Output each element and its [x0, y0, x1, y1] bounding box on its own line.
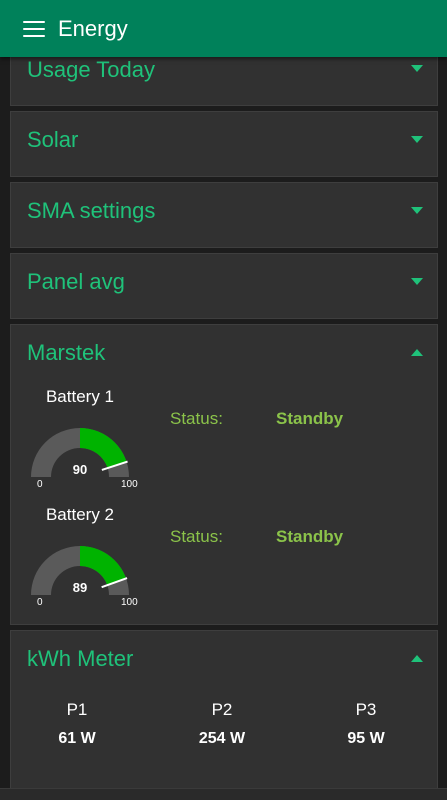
phase-1-name: P1 [66, 700, 88, 719]
phase-2-value: 254 W [198, 730, 246, 747]
section-kwh-meter-title: kWh Meter [27, 646, 134, 671]
phase-3-value: 95 W [347, 730, 385, 747]
gauge-min-label: 0 [37, 597, 43, 608]
battery-2-gauge: 89 0 100 [25, 541, 138, 611]
gauge-min-label: 0 [37, 479, 43, 490]
battery-2-value: 89 [72, 580, 88, 595]
battery-1-status-label: Status: [170, 409, 223, 428]
battery-2-status: Standby [276, 527, 344, 546]
chevron-down-icon[interactable] [411, 136, 423, 143]
chevron-up-icon[interactable] [411, 655, 423, 662]
section-kwh-meter: kWh Meter P1 61 W P2 254 W P3 95 W [10, 630, 438, 800]
section-marstek-title: Marstek [27, 340, 106, 365]
battery-1-status: Standby [276, 409, 344, 428]
battery-1-name: Battery 1 [45, 387, 115, 406]
chevron-down-icon[interactable] [411, 278, 423, 285]
bottom-bar [0, 788, 447, 800]
battery-1-value: 90 [72, 462, 88, 477]
section-kwh-meter-header[interactable]: kWh Meter [11, 631, 437, 695]
phase-2-name: P2 [211, 700, 233, 719]
app-bar: Energy [0, 0, 447, 57]
scroll-content[interactable]: Usage Today Solar SMA settings Panel avg… [0, 0, 447, 800]
battery-1-gauge: 90 0 100 [25, 423, 138, 493]
page-title: Energy [58, 15, 128, 41]
battery-2-status-label: Status: [170, 527, 223, 546]
section-usage-today-title: Usage Today [27, 57, 156, 82]
phase-1-value: 61 W [58, 730, 96, 747]
chevron-down-icon[interactable] [411, 65, 423, 72]
section-sma-settings-header[interactable]: SMA settings [11, 183, 437, 247]
section-solar-title: Solar [27, 127, 79, 152]
hamburger-menu-icon[interactable] [23, 20, 45, 37]
section-panel-avg[interactable]: Panel avg [10, 253, 438, 319]
section-solar-header[interactable]: Solar [11, 112, 437, 176]
chevron-down-icon[interactable] [411, 207, 423, 214]
section-panel-avg-header[interactable]: Panel avg [11, 254, 437, 318]
section-sma-settings-title: SMA settings [27, 198, 156, 223]
battery-2-name: Battery 2 [45, 505, 115, 524]
section-solar[interactable]: Solar [10, 111, 438, 177]
chevron-up-icon[interactable] [411, 349, 423, 356]
gauge-max-label: 100 [121, 597, 138, 608]
section-sma-settings[interactable]: SMA settings [10, 182, 438, 248]
section-marstek-header[interactable]: Marstek [11, 325, 437, 389]
section-panel-avg-title: Panel avg [27, 269, 125, 294]
gauge-max-label: 100 [121, 479, 138, 490]
section-marstek: Marstek Battery 1 90 0 100 Status: Stand… [10, 324, 438, 625]
phase-3-name: P3 [355, 700, 377, 719]
